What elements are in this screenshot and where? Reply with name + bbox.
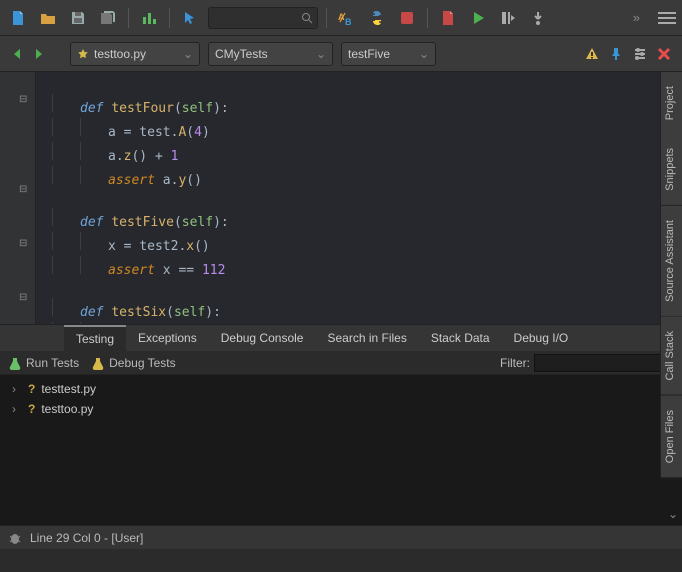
- test-file-row[interactable]: ›? testtest.py: [6, 379, 676, 399]
- editor-nav-bar: testtoo.py ⌄ CMyTests ⌄ testFive ⌄: [0, 36, 682, 72]
- search-icon: [301, 12, 313, 24]
- new-file-button[interactable]: [6, 6, 30, 30]
- panel-tab-testing[interactable]: Testing: [64, 325, 126, 351]
- filter-label: Filter:: [500, 356, 530, 370]
- side-tab-source-assistant[interactable]: Source Assistant: [661, 206, 682, 317]
- file-selector-label: testtoo.py: [94, 47, 146, 61]
- status-text: Line 29 Col 0 - [User]: [30, 531, 143, 545]
- star-icon: [77, 48, 89, 60]
- chevron-updown-icon: ⌄: [419, 47, 429, 61]
- run-tests-label: Run Tests: [26, 356, 79, 370]
- python-package-button[interactable]: AB: [335, 6, 359, 30]
- panel-tab-debug-console[interactable]: Debug Console: [209, 325, 316, 351]
- open-folder-button[interactable]: [36, 6, 60, 30]
- code-area[interactable]: def testFour(self):a = test.A(4)a.z() + …: [36, 72, 668, 324]
- run-tests-button[interactable]: Run Tests: [8, 356, 79, 370]
- chevron-right-icon: ›: [12, 402, 22, 416]
- side-tab-call-stack[interactable]: Call Stack: [661, 317, 682, 396]
- new-script-button[interactable]: [436, 6, 460, 30]
- cursor-tool-button[interactable]: [178, 6, 202, 30]
- toolbar-overflow-icon[interactable]: »: [633, 10, 640, 25]
- side-tab-snippets[interactable]: Snippets: [661, 134, 682, 206]
- testing-toolbar: Run Tests Debug Tests Filter:: [0, 351, 682, 375]
- panel-tab-debug-i/o[interactable]: Debug I/O: [502, 325, 581, 351]
- stop-button[interactable]: [395, 6, 419, 30]
- bug-icon[interactable]: [8, 531, 22, 545]
- svg-text:B: B: [345, 17, 352, 27]
- nav-forward-button[interactable]: [32, 47, 46, 61]
- fold-toggle[interactable]: ⊟: [19, 238, 27, 249]
- save-button[interactable]: [66, 6, 90, 30]
- status-bar: Line 29 Col 0 - [User]: [0, 525, 682, 549]
- nav-back-button[interactable]: [10, 47, 24, 61]
- toolbar-search[interactable]: [208, 7, 318, 29]
- warnings-icon[interactable]: [584, 46, 600, 62]
- debug-tests-label: Debug Tests: [109, 356, 176, 370]
- step-into-button[interactable]: [526, 6, 550, 30]
- side-tab-project[interactable]: Project: [661, 72, 682, 134]
- panel-tab-search-in-files[interactable]: Search in Files: [315, 325, 418, 351]
- right-side-tabs: ProjectSnippetsSource AssistantCall Stac…: [660, 72, 682, 478]
- menu-button[interactable]: [658, 12, 676, 24]
- file-selector[interactable]: testtoo.py ⌄: [70, 42, 200, 66]
- panel-tab-bar: TestingExceptionsDebug ConsoleSearch in …: [0, 325, 682, 351]
- chevron-updown-icon: ⌄: [316, 47, 326, 61]
- flask-debug-icon: [91, 356, 105, 370]
- code-editor: ⊟ ⊟ ⊟ ⊟ def testFour(self):a = test.A(4)…: [0, 72, 682, 324]
- status-unknown-icon: ?: [28, 402, 35, 416]
- analyze-button[interactable]: [137, 6, 161, 30]
- chevron-updown-icon: ⌄: [183, 47, 193, 61]
- close-icon[interactable]: [656, 46, 672, 62]
- panel-tab-stack-data[interactable]: Stack Data: [419, 325, 502, 351]
- python-env-button[interactable]: [365, 6, 389, 30]
- save-all-button[interactable]: [96, 6, 120, 30]
- debug-step-button[interactable]: [496, 6, 520, 30]
- class-selector-label: CMyTests: [215, 47, 268, 61]
- test-file-name: testtest.py: [41, 382, 96, 396]
- side-tab-open-files[interactable]: Open Files: [661, 396, 682, 478]
- fold-toggle[interactable]: ⊟: [19, 292, 27, 303]
- class-selector[interactable]: CMyTests ⌄: [208, 42, 333, 66]
- tree-scroll-corner-icon[interactable]: ⌄: [668, 507, 678, 521]
- fold-toggle[interactable]: ⊟: [19, 94, 27, 105]
- run-button[interactable]: [466, 6, 490, 30]
- method-selector[interactable]: testFive ⌄: [341, 42, 436, 66]
- method-selector-label: testFive: [348, 47, 390, 61]
- flask-run-icon: [8, 356, 22, 370]
- editor-gutter[interactable]: ⊟ ⊟ ⊟ ⊟: [0, 72, 36, 324]
- pin-icon[interactable]: [608, 46, 624, 62]
- bottom-panel: TestingExceptionsDebug ConsoleSearch in …: [0, 324, 682, 525]
- status-unknown-icon: ?: [28, 382, 35, 396]
- main-toolbar: AB »: [0, 0, 682, 36]
- test-tree[interactable]: ›? testtest.py ›? testtoo.py ⌄: [0, 375, 682, 525]
- panel-tab-exceptions[interactable]: Exceptions: [126, 325, 209, 351]
- test-file-row[interactable]: ›? testtoo.py: [6, 399, 676, 419]
- chevron-right-icon: ›: [12, 382, 22, 396]
- test-file-name: testtoo.py: [41, 402, 93, 416]
- filter-input[interactable]: [534, 354, 674, 372]
- options-icon[interactable]: [632, 46, 648, 62]
- fold-toggle[interactable]: ⊟: [19, 184, 27, 195]
- debug-tests-button[interactable]: Debug Tests: [91, 356, 176, 370]
